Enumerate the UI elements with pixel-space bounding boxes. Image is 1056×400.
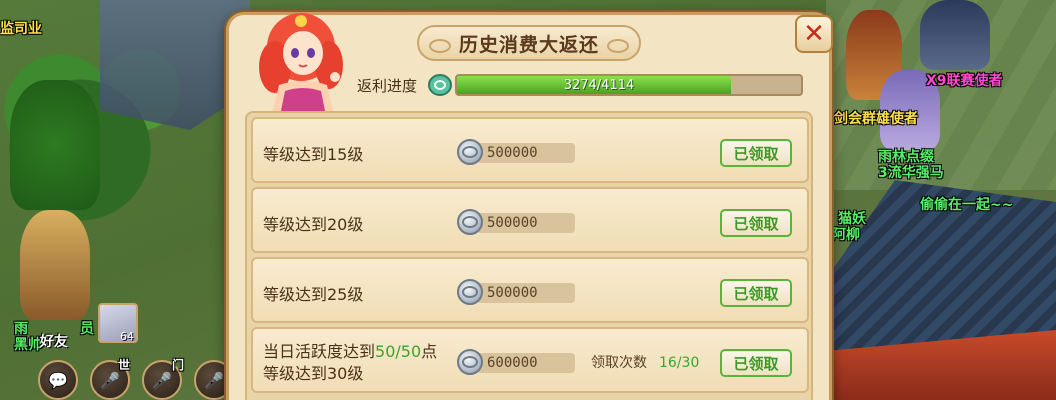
dialog-title-plate: 历史消费大返还 [417, 25, 641, 61]
reward-amount: 600000 [487, 355, 538, 371]
reward-condition: 等级达到20级 [263, 215, 364, 234]
reward-row: 等级达到25级 500000 已领取 [251, 257, 809, 323]
npc-name-label: 3流华强马 [878, 165, 944, 181]
reward-condition: 等级达到15级 [263, 145, 364, 164]
avatar-level: 64 [120, 330, 134, 343]
reward-amount: 500000 [487, 285, 538, 301]
rebate-progress-bar: 3274/4114 [455, 74, 803, 96]
claim-count-value: 16/30 [659, 355, 700, 371]
reward-amount: 500000 [487, 215, 538, 231]
friend-label[interactable]: 好友 [40, 331, 68, 351]
reward-condition-line1: 当日活跃度达到50/50点 [263, 342, 438, 361]
silver-coin-icon [457, 209, 483, 235]
claimed-button[interactable]: 已领取 [720, 279, 792, 307]
npc-name-label: 阿柳 [832, 227, 860, 243]
close-button[interactable]: ✕ [795, 15, 833, 53]
npc-name-label: 员 [80, 321, 94, 337]
silver-coin-icon [457, 279, 483, 305]
npc-name-label: 监司业 [0, 21, 42, 37]
claim-count-label: 领取次数 [591, 355, 647, 371]
reward-amount: 500000 [487, 145, 538, 161]
close-x-icon: ✕ [803, 19, 825, 49]
rebate-progress-text: 3274/4114 [563, 77, 635, 93]
npc-name-label: 剑会群雄使者 [834, 111, 918, 127]
chat-bubble-icon: 💬 [48, 370, 68, 390]
chat-bubble-button[interactable]: 💬 [38, 360, 78, 400]
claimed-button[interactable]: 已领取 [720, 349, 792, 377]
voice-channel-label: 世 [118, 358, 131, 372]
voice-channel-label: 门 [172, 358, 185, 372]
claim-count: 领取次数 16/30 [591, 353, 699, 373]
jade-token-icon [428, 74, 452, 96]
reward-list[interactable]: 等级达到15级 500000 已领取 等级达到20级 500000 已领取 等级… [245, 111, 813, 400]
reward-condition-line2: 等级达到30级 [263, 364, 364, 383]
mascot-girl-illustration [259, 13, 343, 111]
dialog-title: 历史消费大返还 [458, 33, 599, 56]
claimed-button[interactable]: 已领取 [720, 209, 792, 237]
npc-tree-figure [10, 80, 100, 210]
silver-coin-icon [457, 349, 483, 375]
microphone-icon: 🎤 [100, 370, 120, 390]
reward-condition: 等级达到25级 [263, 285, 364, 304]
microphone-icon: 🎤 [152, 370, 172, 390]
npc-left-figure[interactable] [20, 210, 90, 320]
reward-row: 当日活跃度达到50/50点 等级达到30级 600000 领取次数 16/30 已… [251, 327, 809, 393]
npc-name-label: 偷偷在一起~~ [920, 197, 1014, 213]
rebate-dialog: 历史消费大返还 ✕ 返利进度 3274/4114 等级达到15级 500000 … [226, 12, 833, 400]
npc-name-label: X9联赛使者 [926, 73, 1003, 89]
activity-value: 50/50 [375, 342, 422, 361]
npc-guard-figure[interactable] [920, 0, 990, 70]
silver-coin-icon [457, 139, 483, 165]
reward-condition: 当日活跃度达到50/50点 等级达到30级 [263, 341, 437, 385]
reward-row: 等级达到15级 500000 已领取 [251, 117, 809, 183]
progress-label: 返利进度 [357, 77, 418, 95]
reward-row: 等级达到20级 500000 已领取 [251, 187, 809, 253]
claimed-button[interactable]: 已领取 [720, 139, 792, 167]
npc-name-label: 黑帅 [14, 337, 42, 353]
microphone-icon: 🎤 [204, 370, 224, 390]
